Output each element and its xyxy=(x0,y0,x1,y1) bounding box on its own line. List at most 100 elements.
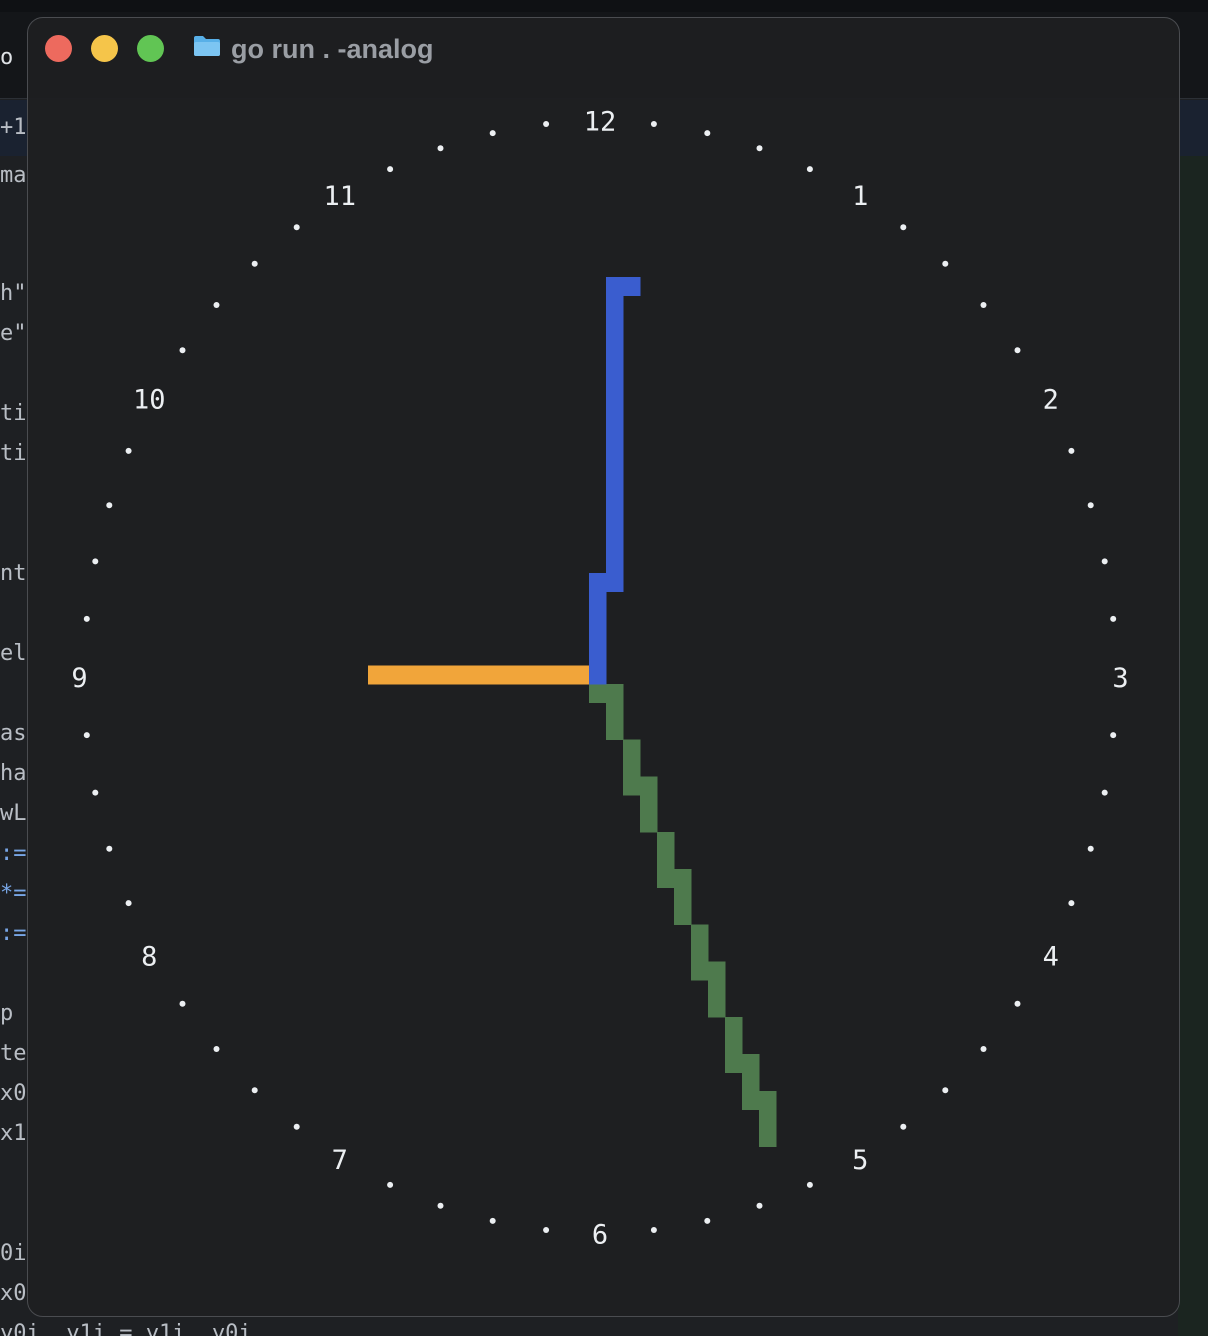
clock-tick xyxy=(756,1202,763,1209)
clock-numeral: 12 xyxy=(584,106,617,137)
clock-tick xyxy=(650,121,657,127)
clock-numeral: 3 xyxy=(1112,663,1128,694)
hour-hand-cell xyxy=(402,665,420,685)
clock-tick xyxy=(704,130,711,137)
terminal-window: go run . -analog 12 1 2 3 4 5 6 7 8 9 10 11 xyxy=(27,17,1180,1317)
minute-hand-cell xyxy=(606,277,624,296)
second-hand-cell xyxy=(606,721,624,740)
background-code-line: as xyxy=(0,721,27,746)
background-code-line: x1 xyxy=(0,1121,27,1146)
minute-hand-cell xyxy=(606,332,624,352)
second-hand-cell xyxy=(640,776,658,796)
second-hand-cell xyxy=(742,1054,760,1073)
minute-hand-cell xyxy=(606,425,624,444)
clock-tick xyxy=(92,558,99,565)
clock-tick xyxy=(1110,732,1117,739)
hour-hand-cell xyxy=(419,665,437,685)
second-hand-cell xyxy=(640,813,658,833)
minute-hand-cell xyxy=(606,406,624,426)
clock-numeral: 4 xyxy=(1043,941,1059,972)
clock-tick xyxy=(1068,447,1075,454)
minute-hand-cell xyxy=(589,647,607,666)
clock-tick xyxy=(92,789,99,796)
minute-hand-cell xyxy=(606,388,624,407)
second-hand-cell xyxy=(640,795,658,814)
clock-tick xyxy=(1014,1000,1021,1007)
minute-hand-cell xyxy=(589,665,607,685)
second-hand-cell xyxy=(708,998,726,1018)
clock-tick xyxy=(1110,615,1117,622)
minute-hand-cell xyxy=(606,480,624,500)
clock-tick xyxy=(213,302,220,308)
background-code-line: := xyxy=(0,841,27,866)
background-code-line: wL xyxy=(0,801,27,826)
second-hand-cell xyxy=(657,850,675,870)
clock-numeral: 9 xyxy=(71,663,87,694)
clock-tick xyxy=(213,1046,220,1052)
clock-hands xyxy=(368,277,777,1147)
second-hand-cell xyxy=(725,1035,743,1055)
clock-tick xyxy=(387,166,394,173)
clock-tick xyxy=(900,1123,907,1130)
second-hand-cell xyxy=(708,961,726,981)
second-hand-cell xyxy=(691,924,709,944)
second-hand-cell xyxy=(759,1091,777,1110)
second-hand-cell xyxy=(742,1072,760,1092)
background-code-line: te xyxy=(0,1041,27,1066)
background-code-line: +1 xyxy=(0,115,27,140)
clock-numeral: 5 xyxy=(852,1145,868,1176)
clock-tick xyxy=(980,302,987,308)
clock-tick xyxy=(293,1123,300,1130)
background-code-line: ti xyxy=(0,441,27,466)
hour-hand-cell xyxy=(572,665,590,685)
background-code-line: ti xyxy=(0,401,27,426)
minute-hand-cell xyxy=(606,554,624,574)
background-code-line: nt xyxy=(0,561,27,586)
second-hand xyxy=(589,665,777,1147)
clock-tick xyxy=(1068,900,1075,907)
analog-clock: 121234567891011 xyxy=(71,106,1128,1250)
background-code-line: x0 xyxy=(0,1281,27,1306)
minute-hand xyxy=(589,277,641,685)
clock-tick xyxy=(489,130,496,137)
clock-numeral: 7 xyxy=(332,1145,348,1176)
clock-tick xyxy=(942,260,949,267)
minute-hand-cell xyxy=(606,536,624,555)
clock-tick xyxy=(387,1181,394,1188)
background-code-line: el xyxy=(0,641,27,666)
clock-tick xyxy=(83,615,90,622)
background-menu-bar xyxy=(0,0,1208,12)
second-hand-cell xyxy=(725,1054,743,1073)
clock-tick xyxy=(1101,789,1108,796)
clock-tick xyxy=(489,1217,496,1224)
clock-numeral: 8 xyxy=(141,941,157,972)
clock-tick xyxy=(543,121,550,127)
background-code-line: x0 xyxy=(0,1081,27,1106)
hour-hand-cell xyxy=(487,665,505,685)
second-hand-cell xyxy=(657,832,675,851)
clock-tick xyxy=(543,1227,550,1233)
clock-tick xyxy=(251,260,258,267)
hour-hand-cell xyxy=(368,665,386,685)
minute-hand-cell xyxy=(589,610,607,629)
clock-tick xyxy=(437,145,444,152)
second-hand-cell xyxy=(657,869,675,888)
clock-tick xyxy=(125,447,132,454)
clock-tick xyxy=(293,224,300,231)
background-code-line: e" xyxy=(0,321,27,346)
hour-hand-cell xyxy=(521,665,539,685)
background-code-line: y0i, y1i = y1i, y0i xyxy=(0,1321,252,1336)
hour-hand-cell xyxy=(385,665,403,685)
clock-tick xyxy=(83,732,90,739)
second-hand-cell xyxy=(725,1017,743,1036)
clock-tick xyxy=(125,900,132,907)
clock-numeral: 2 xyxy=(1043,385,1059,416)
clock-tick xyxy=(179,347,186,354)
clock-tick xyxy=(437,1202,444,1209)
clock-tick xyxy=(942,1087,949,1094)
minute-hand-cell xyxy=(606,314,624,333)
hour-hand-cell xyxy=(453,665,471,685)
minute-hand-cell xyxy=(606,573,624,592)
second-hand-cell xyxy=(674,869,692,888)
second-hand-cell xyxy=(589,684,607,703)
